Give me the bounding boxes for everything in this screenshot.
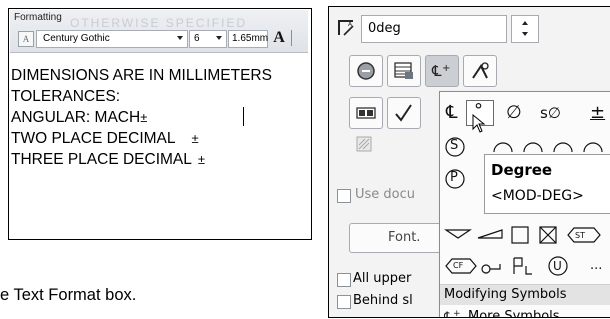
note-editor-panel: Formatting OTHERWISE SPECIFIED A Century…	[8, 8, 312, 240]
font-size-select[interactable]: 6	[189, 30, 227, 48]
chevron-down-icon	[177, 36, 183, 40]
symbol-library-icon: ℄ +	[444, 309, 461, 318]
svg-text:+: +	[453, 309, 461, 318]
add-symbol-button[interactable]: ℄ +	[425, 55, 459, 87]
centerline-symbol[interactable]: ℄	[446, 102, 458, 123]
tooltip-code: <MOD-DEG>	[491, 188, 584, 204]
note-line: DIMENSIONS ARE IN MILLIMETERS	[11, 65, 272, 86]
link-icon	[357, 62, 375, 80]
hatch-icon	[356, 136, 372, 152]
note-line-text: ANGULAR: MACH	[11, 109, 141, 126]
note-line: TOLERANCES:	[11, 86, 272, 107]
bold-button[interactable]: A	[270, 28, 288, 48]
chevron-down-icon	[522, 32, 528, 36]
modifier-symbols-row	[445, 256, 568, 276]
font-size-value: 6	[194, 33, 200, 44]
p-circle-label: P	[450, 170, 458, 185]
s-circle-label: S	[450, 138, 459, 153]
svg-text:℄: ℄	[444, 310, 453, 318]
svg-text:+: +	[442, 63, 450, 74]
plus-minus-symbol: ±	[191, 131, 199, 146]
chevron-up-icon	[522, 21, 528, 25]
text-height-field[interactable]: 1.65mm	[228, 30, 268, 48]
geometric-tolerance-button[interactable]	[463, 55, 497, 87]
table-icon	[394, 62, 413, 79]
note-line-text: DIMENSIONS ARE IN MILLIMETERS	[11, 67, 272, 84]
tolerance-icon	[472, 62, 489, 79]
more-symbols-item[interactable]: ℄ + More Symbols...	[440, 305, 610, 318]
all-uppercase-checkbox[interactable]	[337, 273, 351, 287]
cf-label: CF	[453, 261, 464, 270]
symbol-library-popup: ℄ ° ∅ s∅ ± S P Degree <MOD-DEG> ST CF U …	[439, 91, 610, 318]
modifying-symbols-item[interactable]: Modifying Symbols	[440, 285, 610, 305]
behind-sheet-checkbox[interactable]	[337, 295, 351, 309]
angle-value: 0deg	[368, 21, 401, 36]
svg-text:℄: ℄	[431, 62, 442, 80]
property-manager-panel: A 0deg ℄ + Use docu Font. All upper Behi…	[328, 6, 610, 318]
symbol-icon: ℄ +	[431, 62, 450, 80]
note-line-text: TOLERANCES:	[11, 88, 121, 105]
caption-text: e Text Format box.	[0, 286, 137, 304]
pointer-cursor-icon	[472, 114, 486, 133]
circle-symbols-row	[493, 142, 603, 153]
behind-sheet-label: Behind sl	[353, 293, 413, 308]
datum-feature-button[interactable]	[349, 97, 383, 129]
font-button[interactable]: Font.	[349, 223, 447, 253]
note-line-text: TWO PLACE DECIMAL	[11, 130, 176, 147]
text-height-value: 1.65mm	[232, 33, 269, 44]
font-select-value: Century Gothic	[43, 33, 110, 44]
note-line: TWO PLACE DECIMAL ±	[11, 128, 272, 149]
modifying-symbols-label: Modifying Symbols	[444, 287, 567, 302]
font-style-icon[interactable]: A	[18, 31, 34, 47]
angle-stepper[interactable]	[511, 15, 539, 43]
note-line: THREE PLACE DECIMAL ±	[11, 149, 272, 170]
diameter-symbol[interactable]: ∅	[506, 102, 522, 123]
plus-minus-symbol: ±	[197, 152, 206, 167]
note-line-text: THREE PLACE DECIMAL	[11, 151, 192, 168]
all-uppercase-label: All upper	[353, 271, 412, 286]
surface-finish-icon	[395, 104, 412, 122]
formatting-title: Formatting	[14, 12, 62, 23]
note-text-area[interactable]: DIMENSIONS ARE IN MILLIMETERS TOLERANCES…	[11, 65, 272, 170]
more-symbols-label: More Symbols...	[468, 309, 572, 318]
formatting-toolbar: Formatting OTHERWISE SPECIFIED A Century…	[10, 10, 308, 53]
insert-table-button[interactable]	[387, 55, 421, 87]
text-cursor	[243, 107, 244, 126]
st-label: ST	[575, 231, 585, 240]
background-note-text: OTHERWISE SPECIFIED	[70, 16, 248, 30]
more-ellipsis[interactable]: ...	[590, 258, 602, 273]
toolbar-divider	[291, 30, 292, 46]
use-document-font-label: Use docu	[355, 187, 416, 202]
symbol-tooltip: Degree <MOD-DEG>	[484, 154, 610, 214]
surface-finish-button[interactable]	[387, 97, 421, 129]
text-angle-icon: A	[338, 20, 354, 36]
plus-minus-symbol: ±	[140, 110, 148, 125]
plus-minus-symbol[interactable]: ±	[590, 102, 605, 123]
datum-icon	[356, 107, 376, 119]
spherical-diameter-symbol[interactable]: s∅	[540, 104, 561, 122]
shape-symbols-row	[444, 226, 601, 244]
use-document-font-checkbox[interactable]	[337, 189, 351, 203]
link-property-button[interactable]	[349, 55, 383, 87]
angle-input[interactable]: 0deg	[361, 15, 507, 43]
font-button-label: Font.	[388, 230, 421, 245]
note-line: ANGULAR: MACH±	[11, 107, 272, 128]
u-label: U	[553, 259, 562, 273]
chevron-down-icon	[216, 36, 222, 40]
tooltip-title: Degree	[491, 161, 553, 179]
font-select[interactable]: Century Gothic	[36, 30, 188, 48]
